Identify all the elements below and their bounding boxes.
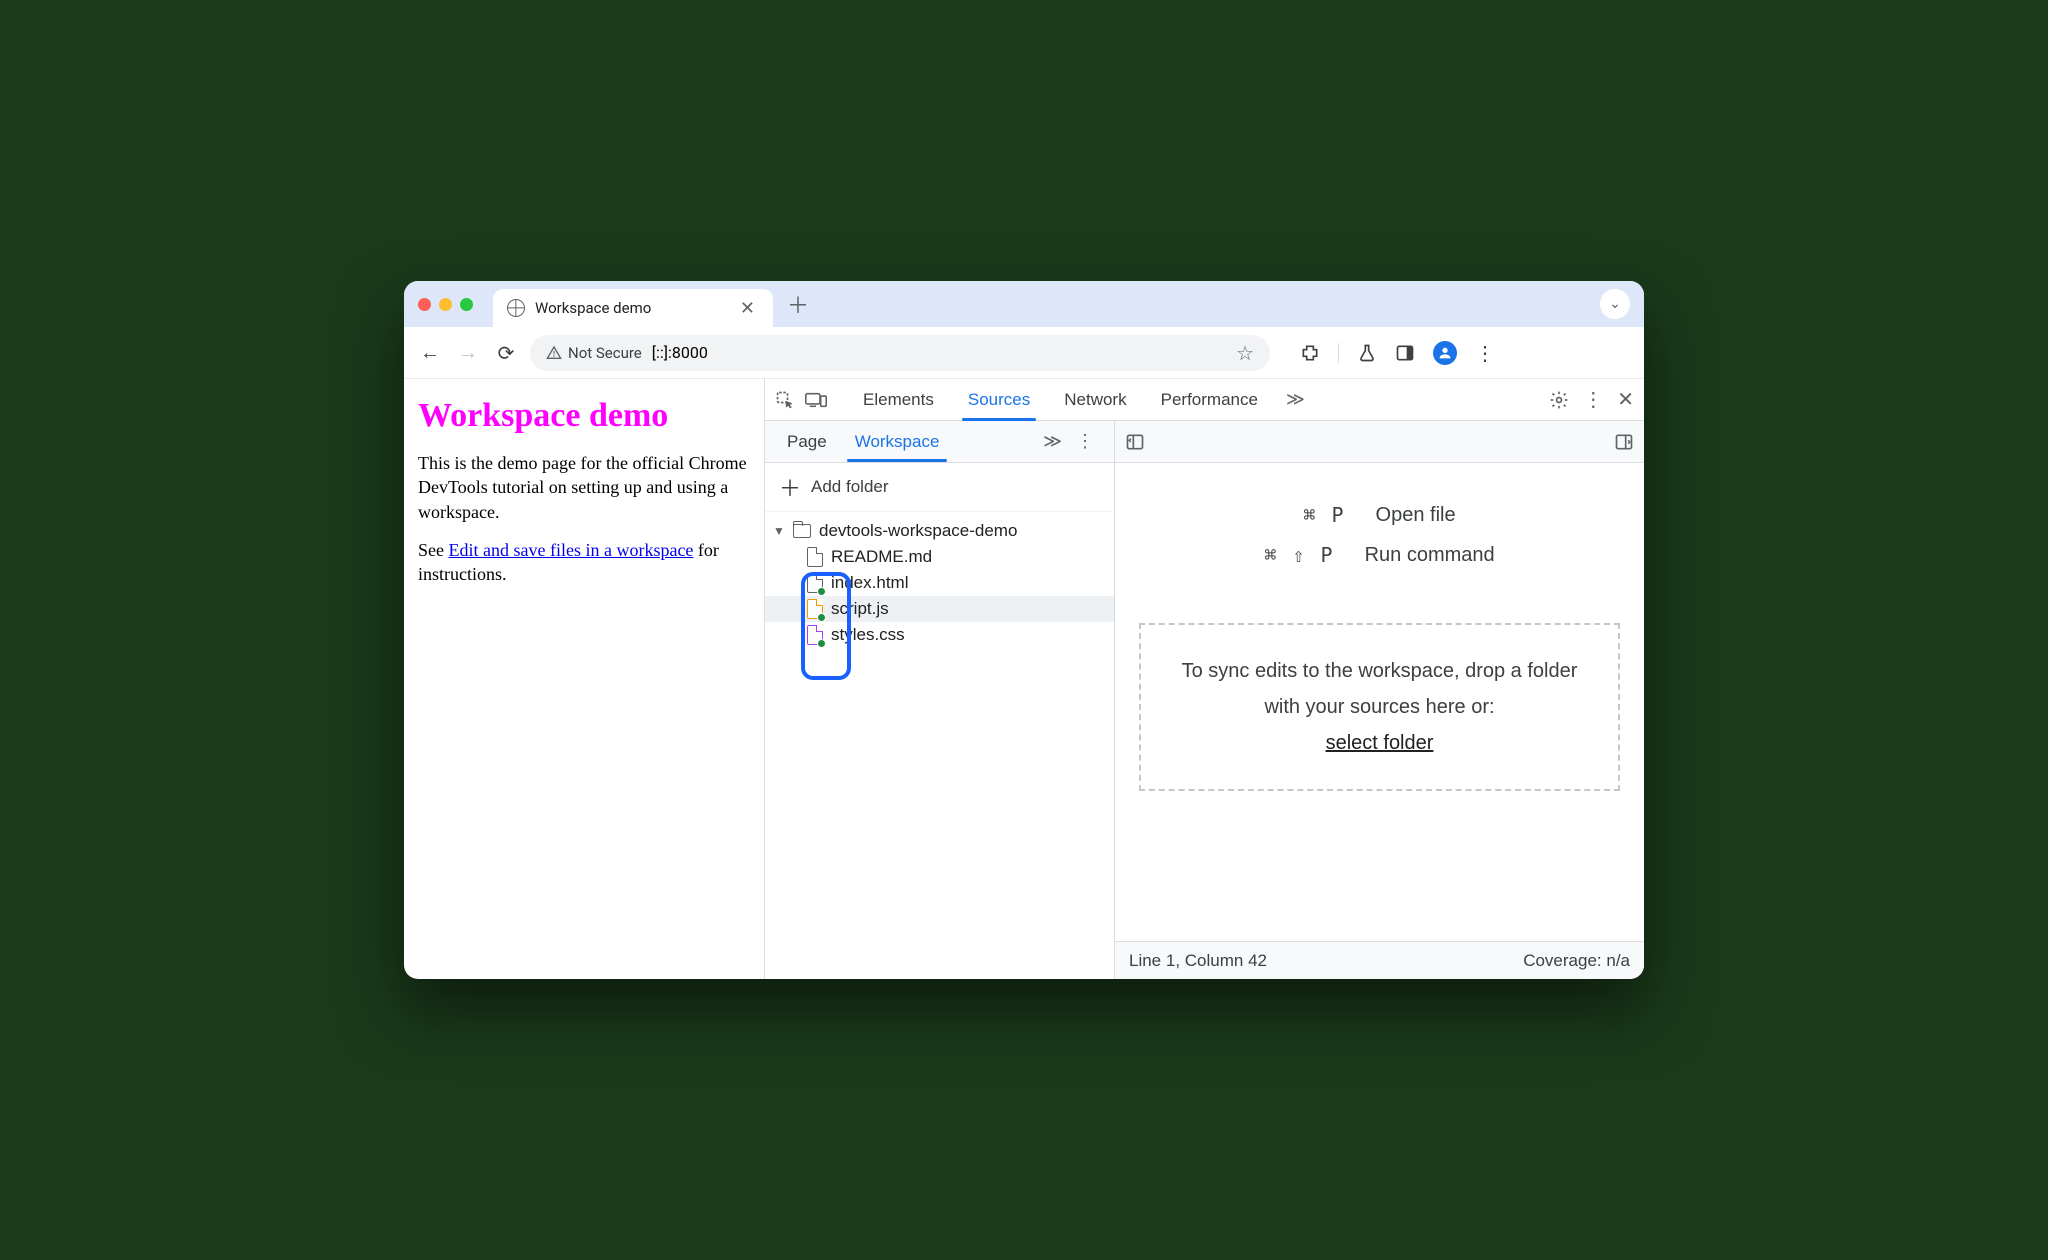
warning-icon [546,345,562,361]
page-paragraph-2: See Edit and save files in a workspace f… [418,538,750,587]
tree-file-index[interactable]: index.html [765,570,1114,596]
page-paragraph-1: This is the demo page for the official C… [418,451,750,524]
tab-search-button[interactable]: ⌄ [1600,289,1630,319]
browser-toolbar: ← → ⟳ Not Secure [::]:8000 ☆ ⋮ [404,327,1644,379]
security-status: Not Secure [546,344,642,362]
subtab-page[interactable]: Page [775,421,839,462]
divider [1338,343,1339,363]
file-icon [807,547,823,567]
tab-network[interactable]: Network [1050,379,1140,420]
new-tab-button[interactable]: ＋ [787,288,809,320]
profile-button[interactable] [1433,341,1457,365]
close-devtools-button[interactable]: ✕ [1617,387,1634,412]
shortcut-label-run: Run command [1365,544,1495,567]
globe-icon [507,299,525,317]
subtab-workspace[interactable]: Workspace [843,421,952,462]
toggle-debugger-icon[interactable] [1614,432,1634,452]
bookmark-button[interactable]: ☆ [1236,341,1254,365]
extensions-icon[interactable] [1300,343,1320,363]
tree-file-readme[interactable]: README.md [765,544,1114,570]
cursor-position: Line 1, Column 42 [1129,951,1267,971]
close-tab-button[interactable]: ✕ [736,298,759,319]
close-window-button[interactable] [418,298,431,311]
sources-subtabs: Page Workspace ≫ ⋮ [765,421,1644,463]
toolbar-icons: ⋮ [1300,341,1495,365]
shortcut-keys-run: ⌘ ⇧ P [1264,543,1334,567]
back-button[interactable]: ← [416,340,444,365]
url-text: [::]:8000 [652,343,708,362]
add-folder-button[interactable]: ＋ Add folder [765,463,1114,512]
shortcuts-hint: ⌘ P Open file ⌘ ⇧ P Run command [1115,463,1644,613]
more-tabs-icon[interactable]: ≫ [1278,389,1313,410]
minimize-window-button[interactable] [439,298,452,311]
browser-tab[interactable]: Workspace demo ✕ [493,289,773,327]
tab-performance[interactable]: Performance [1147,379,1272,420]
coverage-status: Coverage: n/a [1523,951,1630,971]
tree-folder-root[interactable]: ▼ devtools-workspace-demo [765,518,1114,544]
inspect-icon[interactable] [775,390,799,410]
browser-menu-button[interactable]: ⋮ [1475,341,1495,365]
content-area: Workspace demo This is the demo page for… [404,379,1644,979]
file-tree-pane: ＋ Add folder ▼ devtools-workspace-demo [765,463,1115,979]
select-folder-link[interactable]: select folder [1326,732,1434,754]
titlebar: Workspace demo ✕ ＋ ⌄ [404,281,1644,327]
reload-button[interactable]: ⟳ [492,341,520,365]
subtab-menu-button[interactable]: ⋮ [1076,431,1094,452]
maximize-window-button[interactable] [460,298,473,311]
editor-pane: ⌘ P Open file ⌘ ⇧ P Run command To sync … [1115,463,1644,979]
tab-sources[interactable]: Sources [954,379,1044,420]
labs-icon[interactable] [1357,343,1377,363]
more-subtabs-icon[interactable]: ≫ [1043,431,1062,452]
file-icon [807,625,823,645]
browser-window: Workspace demo ✕ ＋ ⌄ ← → ⟳ Not Secure [:… [404,281,1644,979]
folder-icon [793,524,811,538]
toggle-navigator-icon[interactable] [1125,432,1145,452]
editor-statusbar: Line 1, Column 42 Coverage: n/a [1115,941,1644,979]
page-heading: Workspace demo [418,397,750,435]
sources-body: ＋ Add folder ▼ devtools-workspace-demo [765,463,1644,979]
workspace-link[interactable]: Edit and save files in a workspace [449,540,694,560]
shortcut-label-open: Open file [1376,504,1456,527]
devtools-menu-button[interactable]: ⋮ [1583,387,1603,412]
forward-button[interactable]: → [454,340,482,365]
workspace-dropzone[interactable]: To sync edits to the workspace, drop a f… [1139,623,1620,791]
tree-file-styles[interactable]: styles.css [765,622,1114,648]
address-bar[interactable]: Not Secure [::]:8000 ☆ [530,335,1270,371]
device-toggle-icon[interactable] [805,391,829,409]
file-icon [807,599,823,619]
file-icon [807,573,823,593]
shortcut-keys-open: ⌘ P [1303,503,1345,527]
tab-title: Workspace demo [535,299,726,317]
webpage: Workspace demo This is the demo page for… [404,379,764,979]
devtools-panel: Elements Sources Network Performance ≫ ⋮… [764,379,1644,979]
not-secure-label: Not Secure [568,344,642,362]
tab-elements[interactable]: Elements [849,379,948,420]
gear-icon[interactable] [1549,390,1569,410]
tree-file-script[interactable]: script.js [765,596,1114,622]
side-panel-icon[interactable] [1395,343,1415,363]
window-controls [418,298,473,311]
devtools-tabs: Elements Sources Network Performance ≫ ⋮… [765,379,1644,421]
file-tree: ▼ devtools-workspace-demo README.md inde… [765,512,1114,654]
